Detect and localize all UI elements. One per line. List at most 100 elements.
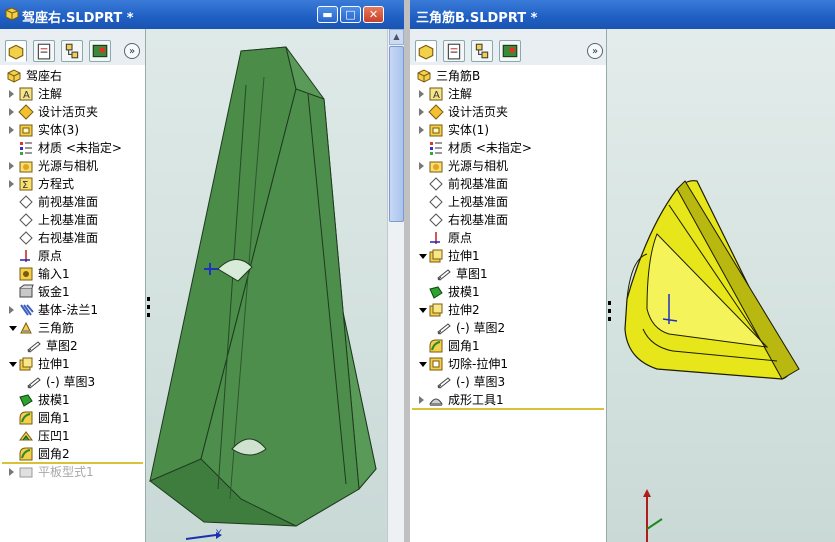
tree-item[interactable]: 设计活页夹 (410, 103, 606, 121)
collapse-arrow-icon[interactable] (419, 308, 427, 313)
tree-item[interactable]: 原点 (410, 229, 606, 247)
collapse-arrow-icon[interactable] (419, 362, 427, 367)
tree-item[interactable]: A 注解 (0, 85, 145, 103)
expand-arrow-icon[interactable] (9, 90, 14, 98)
tree-item[interactable]: 上视基准面 (410, 193, 606, 211)
tree-item-label: (-) 草图3 (456, 375, 506, 389)
triangular-rib-model[interactable] (607, 29, 835, 542)
tree-item[interactable]: 输入1 (0, 265, 145, 283)
tree-item[interactable]: 光源与相机 (410, 157, 606, 175)
left-title-bar[interactable]: 驾座右.SLDPRT * ▬ □ ✕ (0, 0, 404, 29)
tree-item[interactable]: 圆角2 (0, 445, 145, 463)
feature-manager-tab[interactable] (5, 40, 27, 62)
scrollbar-thumb[interactable] (389, 46, 404, 222)
tree-item[interactable]: 草图2 (0, 337, 145, 355)
collapse-arrow-icon[interactable] (419, 254, 427, 259)
tree-item[interactable]: 驾座右 (0, 67, 145, 85)
collapse-arrow-icon[interactable] (9, 362, 17, 367)
expand-arrow-icon[interactable] (419, 90, 424, 98)
expand-arrow-icon[interactable] (419, 126, 424, 134)
expand-more-button[interactable]: » (587, 43, 603, 59)
tree-item[interactable]: 切除-拉伸1 (410, 355, 606, 373)
tree-item[interactable]: 原点 (0, 247, 145, 265)
tree-item[interactable]: (-) 草图3 (410, 373, 606, 391)
right-title-bar[interactable]: 三角筋B.SLDPRT * (410, 0, 835, 29)
tree-item[interactable]: 压凹1 (0, 427, 145, 445)
collapse-arrow-icon[interactable] (9, 326, 17, 331)
tree-item[interactable]: 拉伸1 (410, 247, 606, 265)
panel-splitter-handle[interactable] (146, 295, 151, 325)
tree-item-label: (-) 草图2 (456, 321, 506, 335)
tree-item[interactable]: 圆角1 (0, 409, 145, 427)
sketch-icon (436, 320, 452, 336)
display-manager-tab[interactable] (89, 40, 111, 62)
vertical-scrollbar[interactable]: ▲ (387, 29, 404, 542)
display-icon (92, 44, 108, 58)
plane-icon (428, 176, 444, 192)
tree-item[interactable]: (-) 草图2 (410, 319, 606, 337)
tree-item[interactable]: 材质 <未指定> (0, 139, 145, 157)
tree-item[interactable]: 基体-法兰1 (0, 301, 145, 319)
tree-item[interactable]: 三角筋 (0, 319, 145, 337)
expand-arrow-icon[interactable] (419, 108, 424, 116)
tree-item[interactable]: 成形工具1 (410, 391, 606, 409)
maximize-button[interactable]: □ (340, 6, 361, 23)
tree-item[interactable]: 拔模1 (0, 391, 145, 409)
tree-item[interactable]: 平板型式1 (0, 463, 145, 481)
tree-item[interactable]: 三角筋B (410, 67, 606, 85)
expand-arrow-icon[interactable] (9, 468, 14, 476)
tree-item[interactable]: 前视基准面 (0, 193, 145, 211)
tree-item[interactable]: 拉伸2 (410, 301, 606, 319)
configuration-manager-tab[interactable] (471, 40, 493, 62)
tree-item[interactable]: 拉伸1 (0, 355, 145, 373)
expand-more-button[interactable]: » (124, 43, 140, 59)
lights-cameras-icon (428, 158, 444, 174)
property-manager-tab[interactable] (33, 40, 55, 62)
tree-item-label: 实体(1) (448, 123, 489, 137)
tree-item[interactable]: 光源与相机 (0, 157, 145, 175)
sheet-metal-part-model[interactable] (146, 29, 387, 542)
graphics-area-left[interactable]: Y (146, 29, 404, 542)
minimize-button[interactable]: ▬ (317, 6, 338, 23)
tree-item[interactable]: A 注解 (410, 85, 606, 103)
expand-arrow-icon[interactable] (9, 162, 14, 170)
scroll-up-arrow[interactable]: ▲ (389, 29, 404, 45)
tree-item[interactable]: 拔模1 (410, 283, 606, 301)
tree-item-label: 拉伸1 (448, 249, 480, 263)
tree-item[interactable]: 上视基准面 (0, 211, 145, 229)
right-document-window[interactable]: 三角筋B.SLDPRT * » 三角筋B A 注解 设计活页夹实体(1) 材质 <未指定… (410, 0, 835, 542)
plane-icon (18, 194, 34, 210)
tree-item[interactable]: 实体(3) (0, 121, 145, 139)
tree-item[interactable]: 实体(1) (410, 121, 606, 139)
tree-item[interactable]: 草图1 (410, 265, 606, 283)
expand-arrow-icon[interactable] (9, 108, 14, 116)
tree-item[interactable]: 钣金1 (0, 283, 145, 301)
tree-item[interactable]: 设计活页夹 (0, 103, 145, 121)
fillet-icon (18, 446, 34, 462)
tree-item[interactable]: 右视基准面 (0, 229, 145, 247)
rollback-bar[interactable] (412, 408, 604, 410)
cut-extrude-icon (428, 356, 444, 372)
tree-item[interactable]: 材质 <未指定> (410, 139, 606, 157)
expand-arrow-icon[interactable] (9, 126, 14, 134)
tree-item[interactable]: Σ 方程式 (0, 175, 145, 193)
tree-item[interactable]: 圆角1 (410, 337, 606, 355)
display-manager-tab[interactable] (499, 40, 521, 62)
sketch-icon (436, 266, 452, 282)
feature-manager-tab[interactable] (415, 40, 437, 62)
expand-arrow-icon[interactable] (9, 306, 14, 314)
panel-splitter-handle[interactable] (607, 299, 612, 329)
tree-item[interactable]: 前视基准面 (410, 175, 606, 193)
expand-arrow-icon[interactable] (419, 162, 424, 170)
property-manager-tab[interactable] (443, 40, 465, 62)
close-button[interactable]: ✕ (363, 6, 384, 23)
expand-arrow-icon[interactable] (9, 180, 14, 188)
graphics-area-right[interactable] (607, 29, 835, 542)
tree-item[interactable]: (-) 草图3 (0, 373, 145, 391)
expand-arrow-icon[interactable] (419, 396, 424, 404)
left-document-window[interactable]: 驾座右.SLDPRT * ▬ □ ✕ » 驾座右 A 注解 设计活页夹 实体(3) 材质 … (0, 0, 404, 542)
feature-tree-right: 三角筋B A 注解 设计活页夹实体(1) 材质 <未指定> 光源与相机 前视基准面 上视基准面… (410, 65, 606, 542)
lights-cameras-icon (18, 158, 34, 174)
tree-item[interactable]: 右视基准面 (410, 211, 606, 229)
configuration-manager-tab[interactable] (61, 40, 83, 62)
